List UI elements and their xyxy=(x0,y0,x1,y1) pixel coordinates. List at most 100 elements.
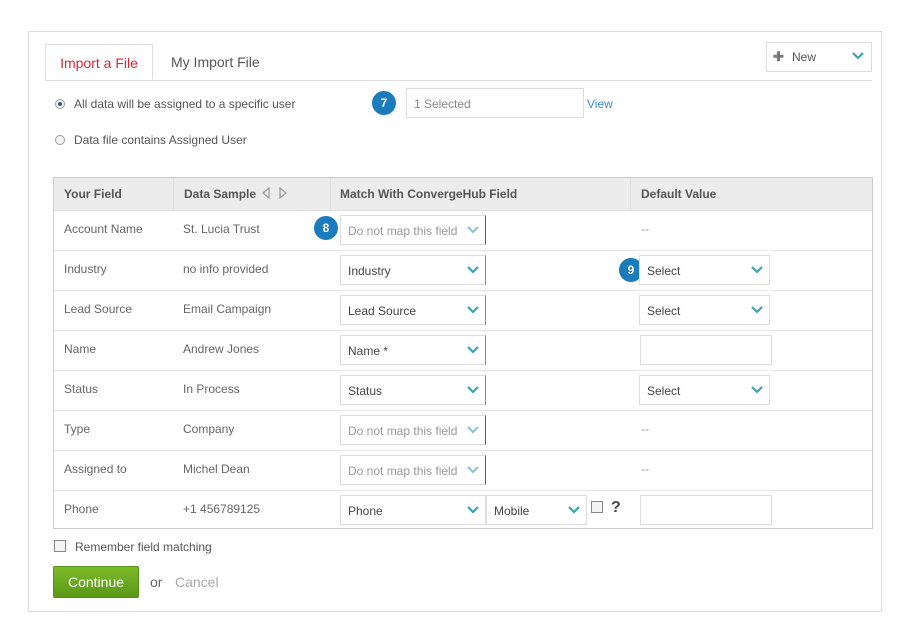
remember-field-matching-label: Remember field matching xyxy=(75,540,212,554)
field-mapping-table: Your Field Data Sample Match With Conver… xyxy=(53,177,873,529)
import-panel: Import a File My Import File ✚ New All d… xyxy=(28,31,882,612)
new-button-label: New xyxy=(792,50,817,64)
table-row: Name Andrew Jones Name * xyxy=(54,330,872,371)
match-field-value: Lead Source xyxy=(348,304,417,318)
chevron-down-icon xyxy=(466,503,480,520)
table-row: Phone +1 456789125 Phone Mobile ? xyxy=(54,490,872,530)
chevron-down-icon xyxy=(750,383,764,400)
data-sample-cell: Andrew Jones xyxy=(183,342,260,356)
selected-users-field[interactable]: 1 Selected xyxy=(406,88,584,118)
plus-icon: ✚ xyxy=(773,49,784,64)
data-sample-cell: Michel Dean xyxy=(183,462,250,476)
assign-specific-user-radio[interactable] xyxy=(55,99,65,109)
data-sample-cell: In Process xyxy=(183,382,240,396)
match-field-select[interactable]: Do not map this field xyxy=(340,415,486,445)
tab-bar: Import a File My Import File ✚ New xyxy=(45,42,872,81)
chevron-down-icon xyxy=(466,343,480,360)
assigned-user-in-file-radio[interactable] xyxy=(55,135,65,145)
cancel-link[interactable]: Cancel xyxy=(175,574,219,590)
default-value-text: Select xyxy=(647,384,681,398)
default-value-input[interactable] xyxy=(640,495,772,525)
chevron-down-icon xyxy=(851,49,865,66)
next-sample-icon[interactable] xyxy=(278,186,288,202)
data-sample-cell: Company xyxy=(183,422,235,436)
default-value-select[interactable]: Select xyxy=(639,295,770,325)
header-divider xyxy=(630,178,631,210)
match-field-select[interactable]: Do not map this field xyxy=(340,455,486,485)
your-field-cell: Lead Source xyxy=(64,302,133,316)
default-value-text: Select xyxy=(647,264,681,278)
selected-users-value: 1 Selected xyxy=(414,97,471,111)
default-value-select[interactable]: Select xyxy=(639,375,770,405)
table-row: Status In Process Status Select xyxy=(54,370,872,411)
data-sample-cell: +1 456789125 xyxy=(183,502,261,516)
default-value-empty: -- xyxy=(641,462,649,476)
table-row: Type Company Do not map this field -- xyxy=(54,410,872,451)
data-sample-cell: St. Lucia Trust xyxy=(183,222,260,236)
chevron-down-icon xyxy=(466,303,480,320)
match-field-value: Do not map this field xyxy=(348,424,458,438)
match-field-value: Status xyxy=(348,384,383,398)
default-value-empty: -- xyxy=(641,222,649,236)
default-value-text: Select xyxy=(647,304,681,318)
table-row: Lead Source Email Campaign Lead Source S… xyxy=(54,290,872,331)
match-field-select[interactable]: Status xyxy=(340,375,486,405)
default-value-select[interactable]: Select xyxy=(639,255,770,285)
your-field-cell: Type xyxy=(64,422,91,436)
default-value-input[interactable] xyxy=(640,335,772,365)
match-field-value: Phone xyxy=(348,504,383,518)
chevron-down-icon xyxy=(466,383,480,400)
or-separator: or xyxy=(150,574,163,590)
step-badge-8: 8 xyxy=(314,216,338,240)
table-row: Industry no info provided Industry 9 Sel… xyxy=(54,250,872,291)
header-data-sample: Data Sample xyxy=(184,187,257,201)
match-field-select[interactable]: Lead Source xyxy=(340,295,486,325)
your-field-cell: Assigned to xyxy=(64,462,127,476)
prev-sample-icon[interactable] xyxy=(261,186,271,202)
remember-field-matching-checkbox[interactable] xyxy=(54,540,66,552)
match-field-value: Do not map this field xyxy=(348,224,458,238)
chevron-down-icon xyxy=(567,503,581,520)
phone-primary-checkbox[interactable] xyxy=(591,501,603,513)
match-field-select[interactable]: Phone xyxy=(340,495,486,525)
data-sample-cell: Email Campaign xyxy=(183,302,272,316)
chevron-down-icon xyxy=(466,263,480,280)
header-divider xyxy=(330,178,331,210)
chevron-down-icon xyxy=(750,263,764,280)
match-field-value: Name * xyxy=(348,344,389,358)
header-your-field: Your Field xyxy=(64,187,122,201)
table-header: Your Field Data Sample Match With Conver… xyxy=(54,178,872,211)
phone-type-value: Mobile xyxy=(494,504,530,518)
match-field-select[interactable]: Industry xyxy=(340,255,486,285)
header-divider xyxy=(173,178,174,210)
new-dropdown-button[interactable]: ✚ New xyxy=(766,42,872,72)
data-sample-cell: no info provided xyxy=(183,262,269,276)
your-field-cell: Account Name xyxy=(64,222,143,236)
chevron-down-icon xyxy=(466,463,480,480)
table-row: Assigned to Michel Dean Do not map this … xyxy=(54,450,872,491)
chevron-down-icon xyxy=(466,223,480,240)
match-field-value: Industry xyxy=(348,264,391,278)
your-field-cell: Name xyxy=(64,342,97,356)
table-row: Account Name St. Lucia Trust 8 Do not ma… xyxy=(54,210,872,251)
your-field-cell: Status xyxy=(64,382,99,396)
step-badge-7: 7 xyxy=(372,91,396,115)
tab-my-import-file[interactable]: My Import File xyxy=(157,44,274,80)
match-field-select[interactable]: Name * xyxy=(340,335,486,365)
phone-type-select[interactable]: Mobile xyxy=(486,495,587,525)
default-value-empty: -- xyxy=(641,422,649,436)
chevron-down-icon xyxy=(750,303,764,320)
header-default-value: Default Value xyxy=(641,187,717,201)
continue-button[interactable]: Continue xyxy=(53,566,139,598)
your-field-cell: Industry xyxy=(64,262,107,276)
match-field-select[interactable]: Do not map this field xyxy=(340,215,486,245)
assigned-user-in-file-label: Data file contains Assigned User xyxy=(74,133,247,147)
match-field-value: Do not map this field xyxy=(348,464,458,478)
tab-import-a-file[interactable]: Import a File xyxy=(45,44,153,80)
assign-specific-user-label: All data will be assigned to a specific … xyxy=(74,97,296,111)
header-match-field: Match With ConvergeHub Field xyxy=(340,187,518,201)
view-link[interactable]: View xyxy=(587,97,613,111)
help-icon[interactable]: ? xyxy=(611,499,621,517)
chevron-down-icon xyxy=(466,423,480,440)
your-field-cell: Phone xyxy=(64,502,99,516)
